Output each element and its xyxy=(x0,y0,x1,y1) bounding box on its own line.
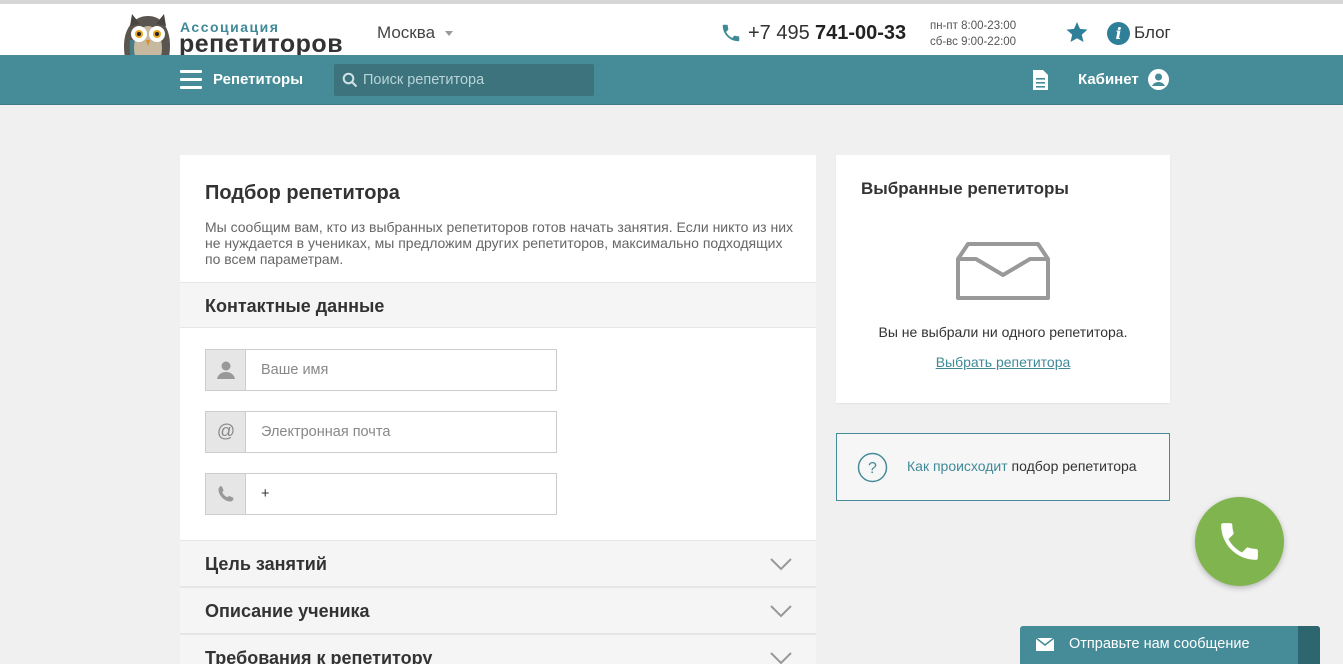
phone-field-icon xyxy=(206,474,246,514)
page-title: Подбор репетитора xyxy=(205,182,400,204)
phone-number[interactable]: 741-00-33 xyxy=(815,22,906,45)
menu-icon[interactable] xyxy=(180,70,202,90)
requirements-section-header[interactable]: Требования к репетитору xyxy=(180,634,816,664)
cabinet-link[interactable]: Кабинет xyxy=(1078,71,1139,88)
send-message-bar[interactable]: Отправьте нам сообщение xyxy=(1020,626,1320,664)
blog-link[interactable]: Блог xyxy=(1134,23,1171,43)
at-sign-icon: @ xyxy=(216,421,236,441)
send-message-text: Отправьте нам сообщение xyxy=(1069,636,1250,652)
top-header: Ассоциация репетиторов Москва +7 495 741… xyxy=(0,0,1343,88)
question-icon: ? xyxy=(857,452,888,483)
email-field-icon: @ xyxy=(206,412,246,452)
chevron-down-icon[interactable] xyxy=(445,31,453,36)
search-box[interactable] xyxy=(334,64,594,96)
how-it-works-text: Как происходит подбор репетитора xyxy=(907,458,1137,474)
chevron-down-icon[interactable] xyxy=(770,651,792,664)
person-icon xyxy=(217,361,235,379)
contacts-section-title: Контактные данные xyxy=(205,296,385,316)
selected-tutors-title: Выбранные репетиторы xyxy=(861,179,1069,198)
phone-field[interactable] xyxy=(205,473,557,515)
how-it-works-link[interactable]: Как происходит xyxy=(907,458,1008,474)
name-input[interactable] xyxy=(261,350,551,390)
hours-weekdays: пн-пт 8:00-23:00 xyxy=(930,20,1017,32)
star-icon[interactable] xyxy=(1065,20,1089,44)
phone-icon xyxy=(722,24,740,42)
choose-tutor-link[interactable]: Выбрать репетитора xyxy=(836,354,1170,370)
email-field[interactable]: @ xyxy=(205,411,557,453)
search-icon xyxy=(342,72,358,88)
phone-input[interactable] xyxy=(261,474,551,514)
message-bar-corner xyxy=(1298,626,1320,664)
tutor-selection-form: Подбор репетитора Мы сообщим вам, кто из… xyxy=(180,155,816,664)
user-icon[interactable] xyxy=(1148,69,1169,90)
working-hours: пн-пт 8:00-23:00 сб-вс 9:00-22:00 xyxy=(930,18,1016,50)
empty-state-text: Вы не выбрали ни одного репетитора. xyxy=(878,324,1128,340)
form-description: Мы сообщим вам, кто из выбранных репетит… xyxy=(205,219,794,267)
envelope-icon xyxy=(1036,638,1054,651)
phone-prefix[interactable]: +7 495 xyxy=(748,22,810,45)
info-icon[interactable]: i xyxy=(1107,22,1130,45)
how-it-works-suffix: подбор репетитора xyxy=(1007,458,1137,474)
empty-inbox-icon xyxy=(956,242,1050,300)
call-button[interactable] xyxy=(1195,497,1284,586)
goal-section-header[interactable]: Цель занятий xyxy=(180,540,816,587)
selected-tutors-panel: Выбранные репетиторы Вы не выбрали ни од… xyxy=(836,155,1170,403)
requirements-section-title: Требования к репетитору xyxy=(205,648,433,664)
nav-tutors-link[interactable]: Репетиторы xyxy=(213,71,303,88)
contacts-section-header: Контактные данные xyxy=(180,282,816,328)
chevron-down-icon[interactable] xyxy=(770,604,792,618)
student-section-header[interactable]: Описание ученика xyxy=(180,587,816,634)
search-input[interactable] xyxy=(363,64,588,96)
city-selector[interactable]: Москва xyxy=(377,23,435,43)
how-it-works-box[interactable]: ? Как происходит подбор репетитора xyxy=(836,433,1170,501)
chevron-down-icon[interactable] xyxy=(770,557,792,571)
hours-weekend: сб-вс 9:00-22:00 xyxy=(930,36,1017,48)
document-icon[interactable] xyxy=(1032,69,1049,91)
svg-text:?: ? xyxy=(868,460,877,477)
phone-icon xyxy=(1221,523,1258,560)
email-input[interactable] xyxy=(261,412,551,452)
nav-bar: Репетиторы Кабинет xyxy=(0,55,1343,105)
user-field-icon xyxy=(206,350,246,390)
student-section-title: Описание ученика xyxy=(205,601,370,621)
goal-section-title: Цель занятий xyxy=(205,554,327,574)
name-field[interactable] xyxy=(205,349,557,391)
handset-icon xyxy=(218,486,234,502)
